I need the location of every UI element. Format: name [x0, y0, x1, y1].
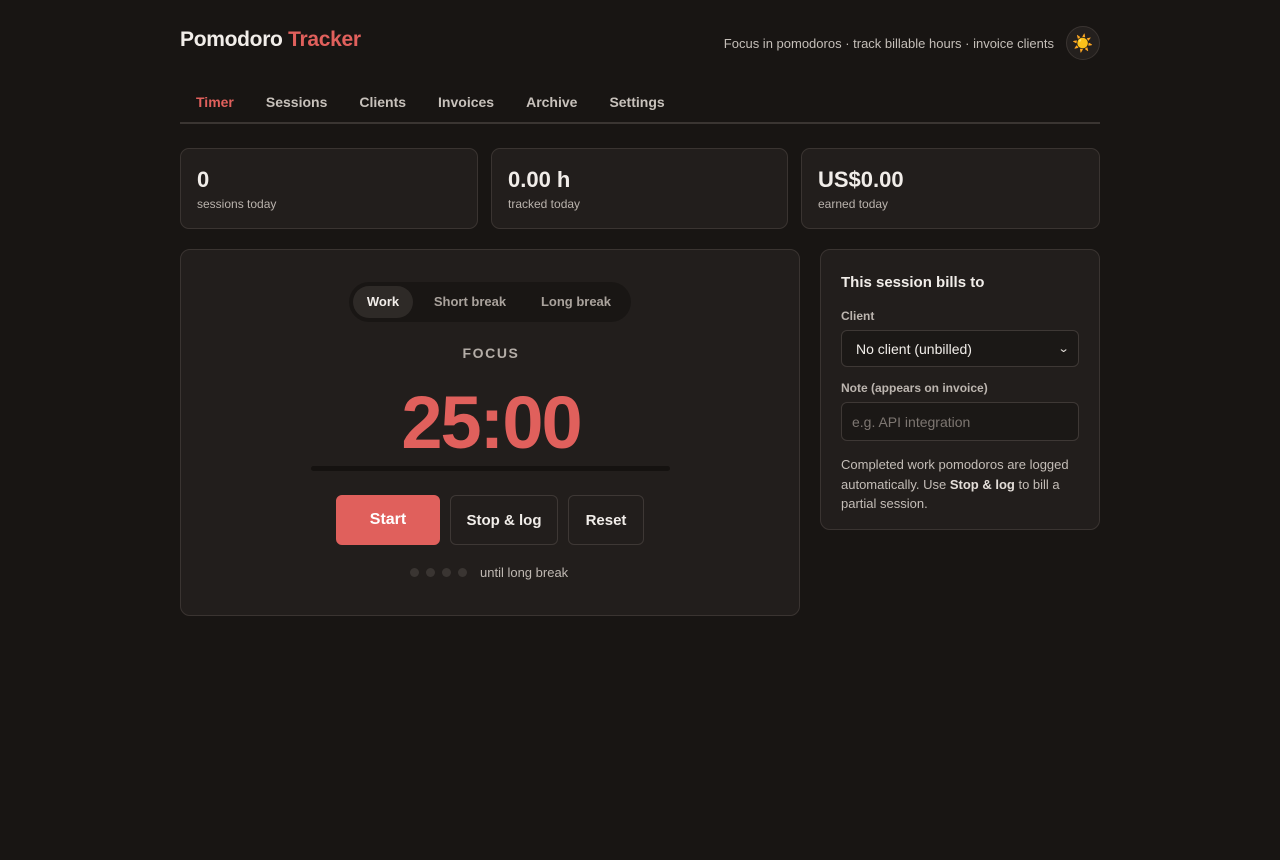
billing-help-text: Completed work pomodoros are logged auto… — [841, 455, 1079, 514]
cycle-text: until long break — [480, 565, 569, 580]
stat-card-tracked: 0.00 h tracked today — [491, 148, 788, 229]
timer-card: Work Short break Long break FOCUS 25:00 … — [180, 249, 800, 616]
sun-icon: ☀️ — [1072, 33, 1094, 53]
tab-clients[interactable]: Clients — [343, 88, 422, 122]
tab-timer[interactable]: Timer — [180, 88, 250, 122]
app-title-main: Pomodoro — [180, 28, 283, 51]
timer-controls: Start Stop & log Reset — [336, 495, 644, 545]
app-title-accent: Tracker — [288, 28, 361, 51]
tab-sessions[interactable]: Sessions — [250, 88, 343, 122]
stat-card-sessions: 0 sessions today — [180, 148, 478, 229]
mode-label: FOCUS — [462, 345, 520, 361]
cycle-indicator: until long break — [410, 565, 568, 580]
note-input[interactable] — [841, 402, 1079, 441]
tab-invoices[interactable]: Invoices — [422, 88, 510, 122]
stats-row: 0 sessions today 0.00 h tracked today US… — [180, 148, 1100, 229]
reset-button[interactable]: Reset — [568, 495, 644, 545]
stat-label: earned today — [818, 197, 889, 211]
mode-work-button[interactable]: Work — [353, 286, 413, 318]
tagline: Focus in pomodoros · track billable hour… — [723, 36, 1054, 51]
stat-value: 0 — [197, 167, 210, 192]
note-label: Note (appears on invoice) — [841, 381, 988, 395]
main-tabs: Timer Sessions Clients Invoices Archive … — [180, 88, 1100, 124]
tab-settings[interactable]: Settings — [593, 88, 680, 122]
cycle-dot — [458, 568, 467, 577]
mode-long-break-button[interactable]: Long break — [527, 286, 625, 318]
main-area: Work Short break Long break FOCUS 25:00 … — [180, 249, 1100, 617]
client-label: Client — [841, 309, 875, 323]
start-button[interactable]: Start — [336, 495, 440, 545]
timer-display: 25:00 — [401, 381, 582, 464]
mode-short-break-button[interactable]: Short break — [413, 286, 527, 318]
app-page: Pomodoro Tracker Focus in pomodoros · tr… — [180, 0, 1100, 617]
theme-toggle-button[interactable]: ☀️ — [1066, 26, 1100, 60]
billing-card: This session bills to Client No client (… — [820, 249, 1100, 530]
billing-title: This session bills to — [841, 274, 985, 291]
timer-progress-bar — [311, 466, 670, 471]
stat-value: 0.00 h — [508, 167, 571, 192]
stat-label: sessions today — [197, 197, 277, 211]
cycle-dot — [426, 568, 435, 577]
app-title: Pomodoro Tracker — [180, 28, 361, 52]
mode-switch: Work Short break Long break — [349, 282, 631, 322]
help-text-bold: Stop & log — [949, 476, 1015, 492]
tab-archive[interactable]: Archive — [510, 88, 593, 122]
client-select-value: No client (unbilled) — [856, 340, 972, 357]
stat-card-earned: US$0.00 earned today — [801, 148, 1100, 229]
header: Pomodoro Tracker Focus in pomodoros · tr… — [180, 0, 1100, 88]
client-select[interactable]: No client (unbilled) ⌄ — [841, 330, 1079, 367]
chevron-down-icon: ⌄ — [1057, 343, 1070, 355]
cycle-dot — [410, 568, 419, 577]
stat-label: tracked today — [508, 197, 581, 211]
stop-and-log-button[interactable]: Stop & log — [450, 495, 558, 545]
stat-value: US$0.00 — [818, 167, 904, 192]
cycle-dots — [410, 568, 474, 577]
cycle-dot — [442, 568, 451, 577]
